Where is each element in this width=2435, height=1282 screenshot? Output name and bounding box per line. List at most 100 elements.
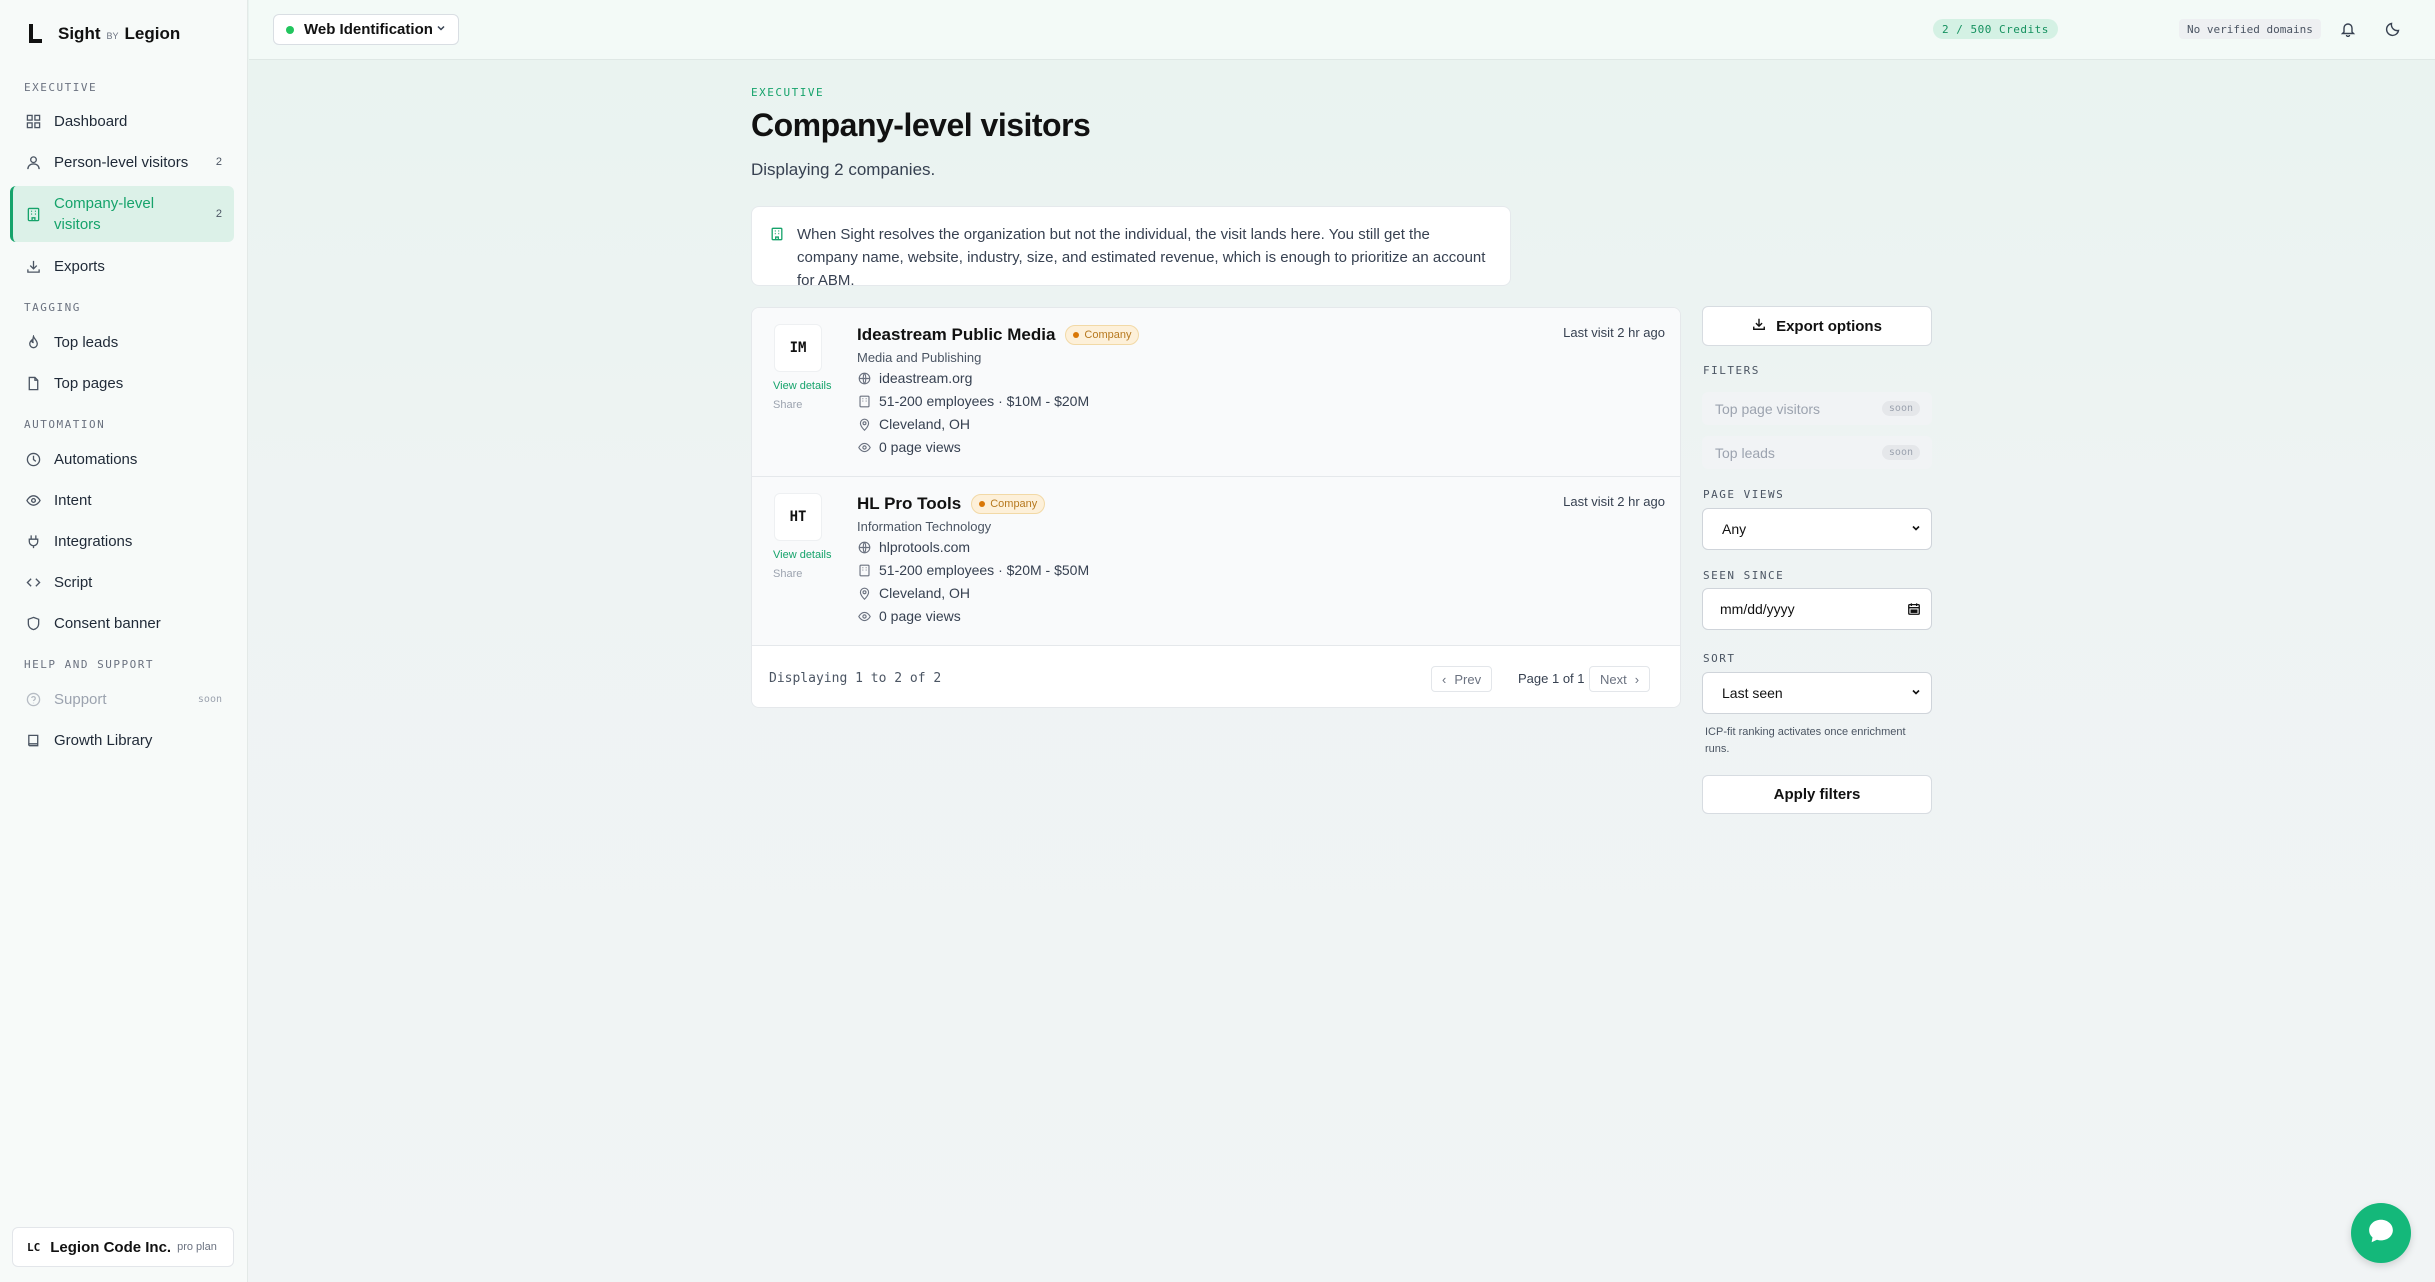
sidebar-item-consent-banner[interactable]: Consent banner <box>10 603 234 643</box>
company-logo: IM <box>774 324 822 372</box>
org-name: Legion Code Inc. <box>50 1238 172 1256</box>
shield-icon <box>24 614 42 632</box>
sidebar-item-dashboard[interactable]: Dashboard <box>10 101 234 141</box>
sidebar-item-label: Support <box>54 690 107 708</box>
chat-icon <box>2366 1216 2396 1251</box>
seen-since-input[interactable]: mm/dd/yyyy <box>1702 588 1932 630</box>
table-row[interactable]: HT View details Share HL Pro Tools Compa… <box>752 477 1680 646</box>
sidebar-count: 2 <box>215 208 222 220</box>
export-options-button[interactable]: Export options <box>1702 306 1932 346</box>
sort-label: SORT <box>1703 652 1736 665</box>
sidebar-item-growth-library[interactable]: Growth Library <box>10 720 234 760</box>
sidebar-item-label: Dashboard <box>54 112 128 130</box>
chevron-down-icon <box>1911 687 1921 700</box>
pagination-summary: Displaying 1 to 2 of 2 <box>769 671 942 686</box>
credits-badge: 2 / 500 Credits <box>1933 19 2058 39</box>
avatar: LC <box>27 1240 41 1254</box>
page-subtitle: Displaying 2 companies. <box>751 160 936 179</box>
sidebar-item-label: Company-level visitors <box>54 195 155 233</box>
sidebar-item-exports[interactable]: Exports <box>10 246 234 286</box>
company-badge: Company <box>971 494 1046 514</box>
sidebar-item-label: Integrations <box>54 532 133 550</box>
domains-badge[interactable]: No verified domains <box>2179 19 2321 39</box>
view-details-link[interactable]: View details <box>773 549 832 561</box>
filter-label: Top page visitors <box>1715 400 1821 417</box>
sidebar-item-label: Consent banner <box>54 614 161 632</box>
sidebar-item-script[interactable]: Script <box>10 562 234 602</box>
download-icon <box>1752 317 1766 335</box>
chevron-down-icon <box>1911 523 1921 536</box>
eye-icon <box>24 491 42 509</box>
sort-hint: ICP-fit ranking activates once enrichmen… <box>1705 726 1906 755</box>
filter-top-page-visitors: Top page visitors soon <box>1702 392 1932 425</box>
sidebar-item-label: Person-level visitors <box>54 153 189 171</box>
pin-icon <box>857 417 871 431</box>
sidebar-item-label: Top leads <box>54 333 119 351</box>
help-icon <box>24 690 42 708</box>
chat-launcher-button[interactable] <box>2351 1203 2411 1263</box>
company-badge: Company <box>1065 325 1140 345</box>
seen-since-label: SEEN SINCE <box>1703 569 1785 582</box>
location-text: Cleveland, OH <box>879 585 971 601</box>
company-name: Ideastream Public Media Company <box>857 325 1140 345</box>
page-views-label: PAGE VIEWS <box>1703 488 1785 501</box>
section-automation: AUTOMATION <box>24 418 106 431</box>
workspace-selector[interactable]: Web Identification <box>273 14 459 45</box>
sidebar-item-company-visitors[interactable]: Company-level visitors 2 <box>10 186 234 242</box>
user-icon <box>24 153 42 171</box>
company-views: 0 page views <box>857 608 961 624</box>
share-link[interactable]: Share <box>773 399 802 411</box>
company-location: Cleveland, OH <box>857 585 970 601</box>
sidebar-item-label: Script <box>54 573 93 591</box>
building-icon <box>24 205 42 223</box>
sidebar-item-person-visitors[interactable]: Person-level visitors 2 <box>10 142 234 182</box>
sort-select[interactable]: Last seen <box>1702 672 1932 714</box>
moon-icon[interactable] <box>2382 18 2404 40</box>
table-row[interactable]: IM View details Share Ideastream Public … <box>752 308 1680 477</box>
book-icon <box>24 731 42 749</box>
company-name-text: Ideastream Public Media <box>857 325 1056 344</box>
brand-by: BY <box>106 31 119 41</box>
size-text: 51-200 employees · $20M - $50M <box>879 562 1090 578</box>
org-switcher[interactable]: LC Legion Code Inc. pro plan <box>12 1227 234 1267</box>
company-logo: HT <box>774 493 822 541</box>
company-views: 0 page views <box>857 439 961 455</box>
company-list: IM View details Share Ideastream Public … <box>751 307 1681 708</box>
page-views-select[interactable]: Any <box>1702 508 1932 550</box>
status-dot <box>286 25 294 34</box>
sidebar-item-top-leads[interactable]: Top leads <box>10 322 234 362</box>
chevron-right-icon: › <box>1634 671 1640 687</box>
brand-company: Legion <box>124 24 181 43</box>
location-text: Cleveland, OH <box>879 416 971 432</box>
sidebar-item-label: Top pages <box>54 374 124 392</box>
section-help: HELP AND SUPPORT <box>24 658 154 671</box>
sidebar-item-automations[interactable]: Automations <box>10 439 234 479</box>
next-label: Next <box>1600 671 1627 687</box>
next-button[interactable]: Next › <box>1589 666 1651 692</box>
topbar: Web Identification 2 / 500 Credits No ve… <box>249 0 2435 60</box>
sidebar-item-top-pages[interactable]: Top pages <box>10 363 234 403</box>
bell-icon[interactable] <box>2337 18 2359 40</box>
date-placeholder: mm/dd/yyyy <box>1720 601 1795 617</box>
company-industry: Information Technology <box>857 519 992 534</box>
prev-button[interactable]: ‹ Prev <box>1431 666 1493 692</box>
building-icon <box>857 563 871 577</box>
company-website: hlprotools.com <box>857 539 970 555</box>
apply-filters-button[interactable]: Apply filters <box>1702 775 1932 814</box>
info-text: When Sight resolves the organization but… <box>797 226 1486 289</box>
view-details-link[interactable]: View details <box>773 380 832 392</box>
share-link[interactable]: Share <box>773 568 802 580</box>
building-icon <box>857 394 871 408</box>
sidebar-item-label: Intent <box>54 491 92 509</box>
page-indicator: Page 1 of 1 <box>1518 671 1585 686</box>
sidebar-item-integrations[interactable]: Integrations <box>10 521 234 561</box>
file-icon <box>24 374 42 392</box>
sidebar-item-intent[interactable]: Intent <box>10 480 234 520</box>
plug-icon <box>24 532 42 550</box>
last-visit: Last visit 2 hr ago <box>1563 325 1665 340</box>
brand-logo[interactable]: Sight BY Legion <box>28 24 180 44</box>
pagination: Displaying 1 to 2 of 2 ‹ Prev Page 1 of … <box>752 646 1680 707</box>
calendar-icon[interactable] <box>1907 602 1921 616</box>
company-name: HL Pro Tools Company <box>857 494 1046 514</box>
company-size: 51-200 employees · $20M - $50M <box>857 562 1089 578</box>
